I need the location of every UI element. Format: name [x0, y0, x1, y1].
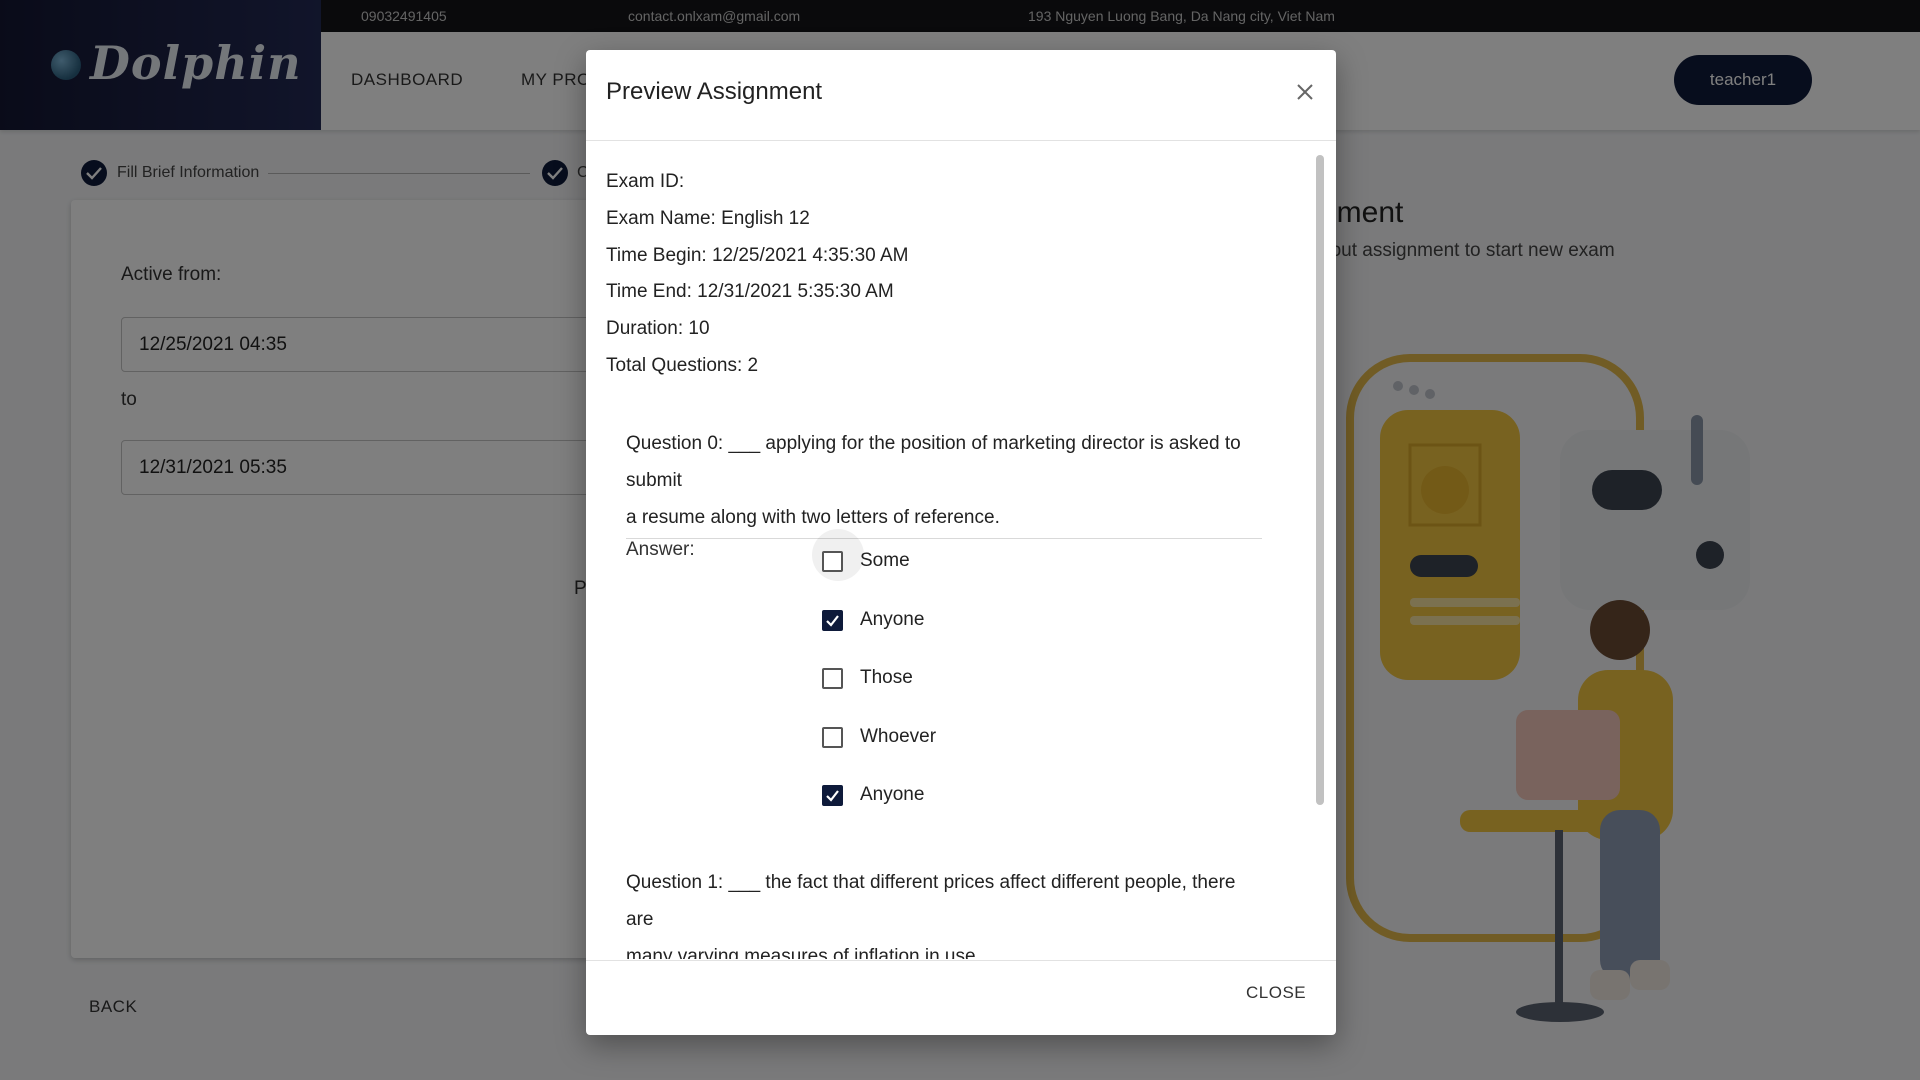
question-1-line-1: Question 1: ___ the fact that different … [626, 872, 1236, 930]
option-label: Some [860, 550, 910, 571]
answer-label: Answer: [626, 539, 695, 560]
question-0-text: Question 0: ___ applying for the positio… [626, 425, 1262, 539]
checkbox-icon[interactable] [822, 668, 843, 689]
close-icon[interactable] [1289, 76, 1321, 108]
checkbox-checked-icon[interactable] [822, 785, 843, 806]
preview-assignment-dialog: Preview Assignment Exam ID: Exam Name: E… [586, 50, 1336, 1035]
exam-name: Exam Name: English 12 [606, 208, 810, 229]
time-begin: Time Begin: 12/25/2021 4:35:30 AM [606, 245, 909, 266]
question-0-line-1: Question 0: ___ applying for the positio… [626, 433, 1241, 491]
dialog-footer-divider [586, 960, 1336, 961]
checkbox-icon[interactable] [822, 727, 843, 748]
dialog-scrollbar[interactable] [1316, 155, 1324, 805]
question-0-line-2: a resume along with two letters of refer… [626, 507, 1000, 528]
checkbox-checked-icon[interactable] [822, 610, 843, 631]
option-label: Whoever [860, 726, 937, 747]
close-button[interactable]: CLOSE [1246, 983, 1306, 1003]
option-label: Anyone [860, 784, 925, 805]
dialog-title: Preview Assignment [606, 78, 823, 105]
exam-id: Exam ID: [606, 171, 685, 192]
time-end: Time End: 12/31/2021 5:35:30 AM [606, 281, 894, 302]
total-questions: Total Questions: 2 [606, 355, 759, 376]
question-1-text: Question 1: ___ the fact that different … [626, 864, 1262, 959]
question-1-line-2: many varying measures of inflation in us… [626, 946, 981, 959]
option-label: Anyone [860, 609, 925, 630]
checkbox-icon[interactable] [822, 551, 843, 572]
option-label: Those [860, 667, 913, 688]
duration: Duration: 10 [606, 318, 710, 339]
dialog-content: Exam ID: Exam Name: English 12 Time Begi… [586, 141, 1336, 959]
